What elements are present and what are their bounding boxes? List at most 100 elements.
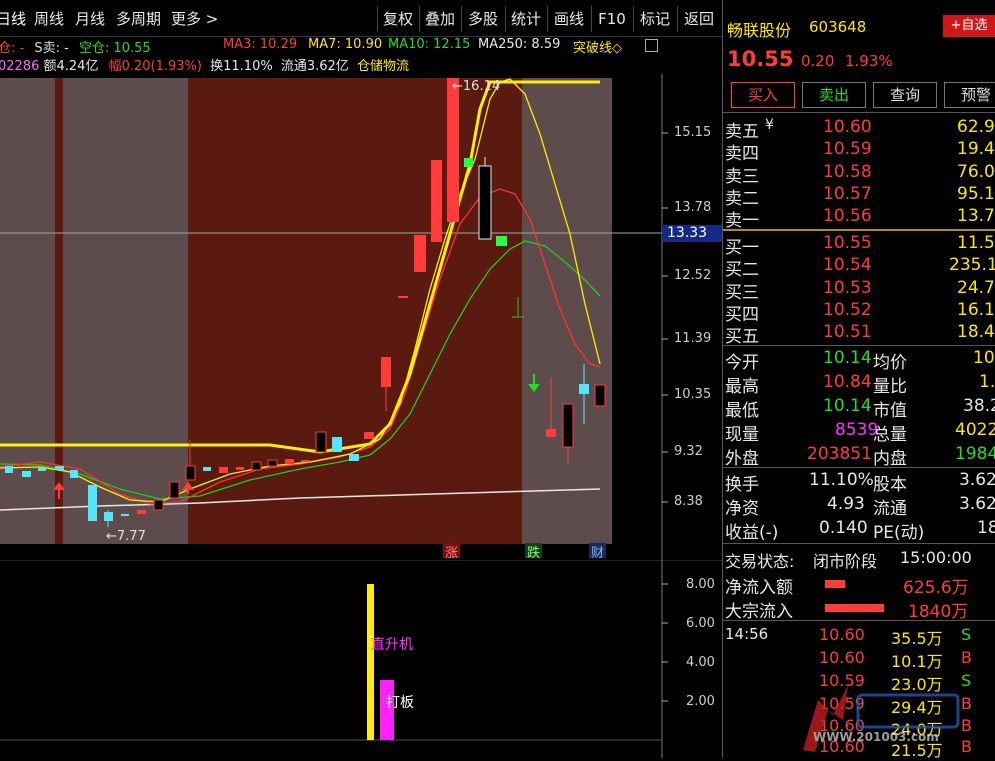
fund-label: 股本	[873, 475, 907, 495]
bid-label: 买五	[725, 327, 759, 347]
stat-label: 今开	[725, 353, 759, 373]
sector-value: 仓储物流	[356, 59, 409, 74]
price-tick: 13.78	[674, 200, 712, 215]
price-change: 0.20	[801, 52, 835, 70]
sub-indicator-chart[interactable]	[0, 560, 722, 758]
breakout-label: 突破线◇	[573, 41, 622, 56]
bid-price: 10.52	[823, 300, 872, 320]
flow-bar	[825, 580, 845, 588]
buy-button[interactable]: 买入	[731, 82, 795, 108]
volume-value: 02286	[0, 59, 40, 74]
fund-value: 0.140	[819, 518, 868, 538]
bid-price: 10.55	[823, 233, 872, 253]
ask-volume: 62.9	[957, 117, 995, 137]
stock-name: 畅联股份	[727, 21, 792, 40]
draw-button[interactable]: 画线	[547, 6, 590, 32]
tick-volume: 10.1万	[891, 652, 943, 671]
high-price-label: ←16.14	[452, 79, 501, 94]
stat-label: 最高	[725, 377, 759, 397]
stat-value: 38.2	[963, 396, 995, 416]
stat-label: 市值	[873, 401, 907, 421]
stat-label: 外盘	[725, 449, 759, 469]
fund-value: 18	[977, 518, 995, 538]
tick-side: S	[961, 625, 972, 644]
ask-price: 10.56	[823, 206, 872, 226]
event-label-down[interactable]: 跌	[527, 542, 540, 561]
bid-price: 10.53	[823, 278, 872, 298]
price-tick: 11.39	[674, 331, 712, 346]
stat-label: 现量	[725, 425, 759, 445]
stat-label: 量比	[873, 377, 907, 397]
range-value: 幅0.20(1.93%)	[108, 59, 202, 74]
bid-label: 买二	[725, 260, 759, 280]
fund-label: PE(动)	[873, 523, 925, 543]
sub-tick: 8.00	[686, 577, 715, 592]
mark-button[interactable]: 标记	[633, 6, 676, 32]
float-value: 流通3.62亿	[280, 59, 349, 74]
helicopter-label: 直升机	[371, 637, 413, 653]
overlay-button[interactable]: 叠加	[419, 6, 460, 32]
back-button[interactable]: 返回	[677, 6, 720, 32]
tab-weekly[interactable]: 周线	[34, 8, 64, 29]
indicator-line-1: 仓: - S卖: - 空仓: 10.55	[0, 37, 151, 56]
stock-code: 603648	[809, 18, 867, 36]
tab-monthly[interactable]: 月线	[75, 8, 105, 29]
turnover-value: 换11.10%	[210, 59, 273, 74]
price-tick: 12.52	[674, 268, 712, 283]
ask-label: 卖一	[725, 211, 759, 231]
event-label-finance[interactable]: 财	[591, 542, 604, 561]
tick-price: 10.60	[819, 625, 865, 644]
candlestick-chart[interactable]	[0, 74, 722, 560]
tab-daily[interactable]: 日线	[0, 8, 26, 29]
ask-volume: 95.1	[957, 184, 995, 204]
ma3-label: MA3: 10.29	[223, 37, 298, 52]
stat-value: 1984	[955, 444, 995, 464]
ask-volume: 76.0	[957, 162, 995, 182]
fund-value: 11.10%	[809, 470, 874, 490]
ma250-label: MA250: 8.59	[478, 37, 561, 52]
stat-value: 1.	[979, 372, 995, 392]
crosshair-value: 13.33	[667, 225, 708, 241]
low-price-label: ←7.77	[106, 529, 146, 544]
adjust-button[interactable]: 复权	[377, 6, 418, 32]
fund-label: 净资	[725, 499, 759, 519]
bid-volume: 235.1	[949, 255, 995, 275]
bid-volume: 24.7	[957, 278, 995, 298]
ma10-label: MA10: 12.15	[388, 37, 471, 52]
ask-label: 卖四	[725, 144, 759, 164]
bid-volume: 16.1	[957, 300, 995, 320]
stat-label: 均价	[873, 353, 907, 373]
add-watchlist-button[interactable]: +自选	[943, 15, 995, 37]
stat-value: 10.84	[823, 372, 872, 392]
stat-value: 10.	[973, 348, 995, 368]
fund-value: 3.62	[959, 494, 995, 514]
event-label-up[interactable]: 涨	[445, 542, 458, 561]
sub-tick: 6.00	[686, 616, 715, 631]
tab-multi-period[interactable]: 多周期	[116, 8, 161, 29]
sell-button[interactable]: 卖出	[802, 82, 866, 108]
trade-status-label: 交易状态:	[725, 552, 795, 571]
panel-toggle-icon[interactable]	[645, 39, 658, 52]
f10-button[interactable]: F10	[591, 6, 632, 32]
stat-value: 10.14	[823, 348, 872, 368]
amount-value: 额4.24亿	[43, 59, 99, 74]
ask-price: 10.60	[823, 117, 872, 137]
alert-button[interactable]: 预警	[944, 82, 995, 108]
ask-price: 10.59	[823, 139, 872, 159]
stats-button[interactable]: 统计	[505, 6, 546, 32]
query-button[interactable]: 查询	[873, 82, 937, 108]
price-tick: 15.15	[674, 125, 712, 140]
tick-price: 10.60	[819, 648, 865, 667]
fund-label: 换手	[725, 475, 759, 495]
multi-stock-button[interactable]: 多股	[461, 6, 504, 32]
stat-value: 10.14	[823, 396, 872, 416]
fund-label: 收益(-)	[725, 523, 779, 543]
watermark-logo: WWW.201003.com	[773, 680, 973, 755]
flow-value: 1840万	[908, 602, 969, 622]
stat-label: 内盘	[873, 449, 907, 469]
tab-more[interactable]: 更多 >	[171, 8, 218, 29]
tick-time: 14:56	[725, 625, 769, 643]
flow-label: 净流入额	[725, 578, 793, 598]
signal-band	[55, 78, 63, 544]
fund-value: 4.93	[827, 494, 865, 514]
